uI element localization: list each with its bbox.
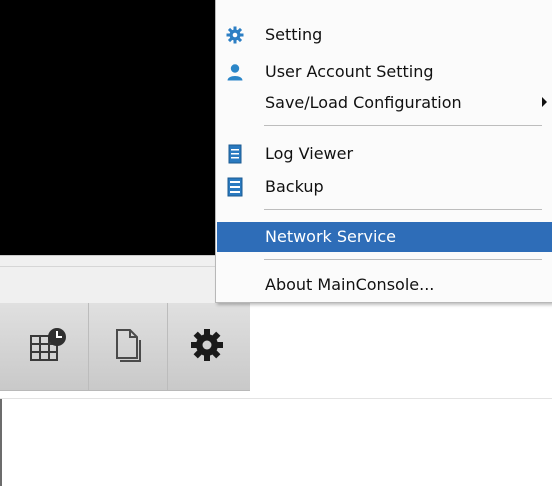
menu-item-label: Backup	[265, 177, 324, 196]
gear-icon	[189, 327, 225, 367]
document-icon	[113, 328, 143, 366]
gear-settings-icon	[225, 25, 245, 45]
log-document-icon	[225, 144, 245, 164]
backup-icon	[225, 177, 245, 197]
schedule-button[interactable]	[10, 303, 89, 390]
menu-item-label: User Account Setting	[265, 62, 434, 81]
panel-edge	[0, 399, 2, 486]
schedule-grid-icon	[29, 327, 69, 366]
menu-item-label: About MainConsole...	[265, 275, 435, 294]
menu-item-label: Save/Load Configuration	[265, 93, 462, 112]
menu-item-save-load-configuration[interactable]: Save/Load Configuration	[217, 88, 552, 118]
menu-item-network-service[interactable]: Network Service	[217, 222, 552, 252]
context-menu: Setting User Account Setting Save/Load C…	[215, 0, 552, 303]
user-icon	[225, 62, 245, 82]
settings-button[interactable]	[168, 303, 246, 390]
menu-item-label: Log Viewer	[265, 144, 354, 163]
menu-item-setting[interactable]: Setting	[217, 20, 552, 50]
menu-item-about-mainconsole[interactable]: About MainConsole...	[217, 270, 552, 300]
content-divider	[0, 398, 552, 399]
menu-separator	[264, 125, 542, 126]
menu-item-label: Network Service	[265, 227, 397, 246]
toolbar	[0, 303, 250, 391]
menu-item-user-account-setting[interactable]: User Account Setting	[217, 57, 552, 87]
menu-item-log-viewer[interactable]: Log Viewer	[217, 139, 552, 169]
menu-separator	[264, 209, 542, 210]
submenu-arrow-icon	[542, 97, 547, 107]
menu-separator	[264, 259, 542, 260]
menu-item-label: Setting	[265, 25, 323, 44]
document-button[interactable]	[89, 303, 168, 390]
main-console-window: Setting User Account Setting Save/Load C…	[0, 0, 552, 486]
menu-item-backup[interactable]: Backup	[217, 172, 552, 202]
